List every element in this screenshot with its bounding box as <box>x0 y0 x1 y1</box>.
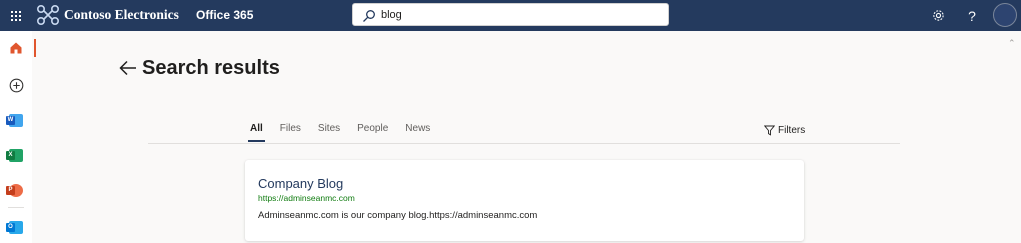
rail-item-word[interactable]: W <box>0 104 32 136</box>
search-tabs: All Files Sites People News <box>248 123 447 142</box>
filter-icon <box>764 125 775 136</box>
back-arrow-icon[interactable] <box>117 57 139 79</box>
settings-gear-icon[interactable] <box>928 0 948 31</box>
rail-item-outlook[interactable]: O <box>0 211 32 243</box>
result-description: Adminseanmc.com is our company blog.http… <box>258 210 538 221</box>
excel-icon: X <box>6 148 23 162</box>
result-url[interactable]: https://adminseanmc.com <box>258 193 355 203</box>
app-name[interactable]: Office 365 <box>196 8 253 22</box>
word-icon: W <box>6 113 23 127</box>
scroll-up-icon[interactable]: ⌃ <box>1008 38 1016 49</box>
search-icon <box>363 10 375 22</box>
tab-people[interactable]: People <box>357 123 388 134</box>
app-rail: W X P O <box>0 31 36 243</box>
search-result-card: Company Blog https://adminseanmc.com Adm… <box>245 160 804 241</box>
home-icon <box>10 42 22 54</box>
active-indicator <box>34 39 36 57</box>
filters-label: Filters <box>778 125 806 136</box>
search-box[interactable] <box>352 3 669 26</box>
rail-item-home[interactable] <box>0 32 36 64</box>
tab-all[interactable]: All <box>248 123 265 142</box>
tab-news[interactable]: News <box>405 123 430 134</box>
avatar[interactable] <box>993 3 1017 27</box>
app-launcher-icon[interactable] <box>4 0 28 31</box>
tabs-divider <box>148 143 900 144</box>
plus-circle-icon <box>9 78 23 92</box>
contoso-logo-icon <box>36 4 60 26</box>
help-icon[interactable]: ? <box>962 0 982 31</box>
result-title-link[interactable]: Company Blog <box>258 176 343 191</box>
top-bar: Contoso Electronics Office 365 ? <box>0 0 1021 31</box>
powerpoint-icon: P <box>6 183 23 197</box>
brand-name[interactable]: Contoso Electronics <box>64 7 179 23</box>
rail-item-excel[interactable]: X <box>0 139 32 171</box>
tab-files[interactable]: Files <box>280 123 301 134</box>
outlook-icon: O <box>6 220 23 234</box>
tab-sites[interactable]: Sites <box>318 123 340 134</box>
search-input[interactable] <box>381 6 661 24</box>
rail-item-create[interactable] <box>0 69 32 101</box>
rail-item-powerpoint[interactable]: P <box>0 174 32 206</box>
rail-divider <box>8 207 24 208</box>
filters-button[interactable]: Filters <box>764 125 805 136</box>
page-title: Search results <box>142 57 280 79</box>
